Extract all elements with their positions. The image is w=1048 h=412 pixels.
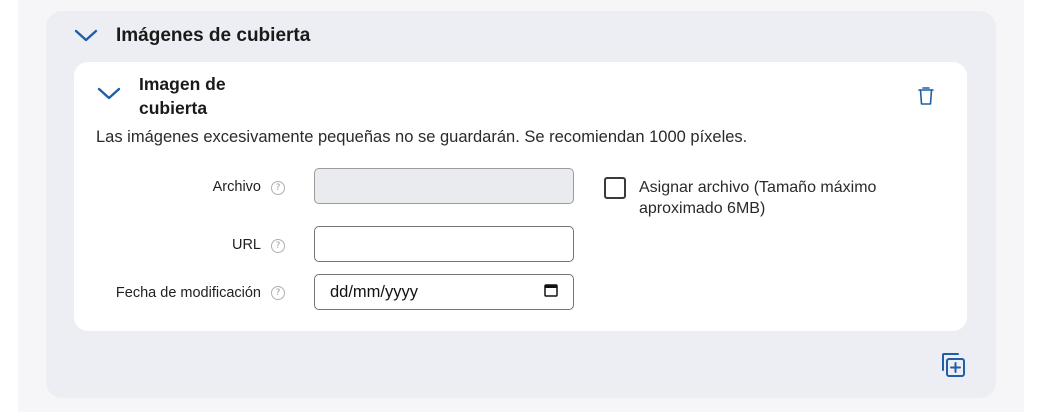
chevron-down-icon[interactable] bbox=[97, 86, 121, 107]
size-hint-text: Las imágenes excesivamente pequeñas no s… bbox=[96, 128, 748, 146]
date-input[interactable]: dd/mm/yyyy bbox=[314, 274, 574, 310]
assign-file-label: Asignar archivo (Tamaño máximo aproximad… bbox=[639, 179, 877, 217]
date-label: Fecha de modificación bbox=[115, 285, 261, 301]
file-field bbox=[314, 168, 574, 204]
url-input[interactable] bbox=[314, 226, 574, 262]
url-label: URL bbox=[231, 237, 261, 253]
chevron-down-icon[interactable] bbox=[74, 28, 98, 44]
help-icon[interactable]: ? bbox=[271, 181, 285, 195]
assign-file-checkbox[interactable] bbox=[604, 177, 626, 199]
help-icon[interactable]: ? bbox=[271, 239, 285, 253]
calendar-icon[interactable] bbox=[544, 283, 558, 302]
section-title: Imágenes de cubierta bbox=[116, 25, 311, 46]
archivo-label: Archivo bbox=[212, 179, 261, 195]
add-image-button[interactable] bbox=[938, 350, 968, 385]
add-copy-icon bbox=[942, 353, 965, 377]
date-placeholder: dd/mm/yyyy bbox=[330, 282, 419, 301]
trash-icon[interactable] bbox=[914, 84, 938, 113]
help-icon[interactable]: ? bbox=[271, 286, 285, 300]
section-header-toggle[interactable]: Imágenes de cubierta bbox=[74, 22, 310, 50]
card-title: Imagen de cubierta bbox=[139, 74, 226, 118]
